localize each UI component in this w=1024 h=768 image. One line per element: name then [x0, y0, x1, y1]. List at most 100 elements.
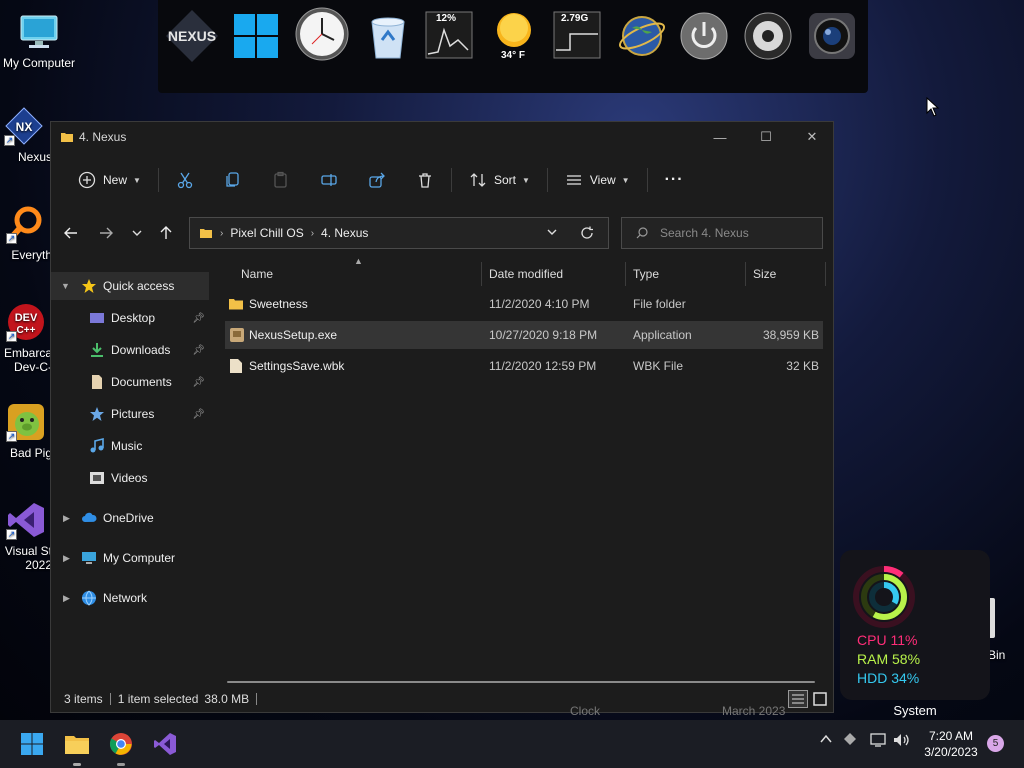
recent-locations-button[interactable]: [123, 219, 151, 247]
expand-chevron-icon[interactable]: ▼: [61, 281, 73, 291]
breadcrumb-pixel-chill-os[interactable]: Pixel Chill OS: [230, 226, 303, 240]
expand-chevron-icon[interactable]: ▶: [63, 553, 75, 564]
view-button[interactable]: View ▼: [556, 164, 639, 196]
pin-icon[interactable]: 📌︎: [192, 377, 205, 388]
minimize-button[interactable]: —: [697, 122, 743, 152]
dock-recycle-bin[interactable]: [362, 10, 414, 62]
close-button[interactable]: ✕: [789, 122, 835, 152]
dock-cpu-meter[interactable]: 12%: [424, 10, 476, 62]
refresh-button[interactable]: [580, 226, 594, 243]
address-history-dropdown[interactable]: [546, 226, 558, 241]
nav-my-computer[interactable]: ▶ My Computer: [51, 544, 209, 572]
nexus-icon: NX ↗: [4, 106, 44, 146]
nav-music[interactable]: Music: [51, 432, 209, 460]
desktop-icon-nexus[interactable]: NX ↗ Nexus: [0, 106, 52, 164]
taskbar-clock[interactable]: 7:20 AM 3/20/2023: [916, 728, 986, 760]
horizontal-scrollbar[interactable]: [227, 681, 815, 683]
desktop-icon-embarcadero[interactable]: DEV C++ ↗ Embarca Dev-C-: [0, 302, 52, 374]
volume-button[interactable]: [893, 732, 911, 751]
dock-nexus-logo[interactable]: NEXUS: [166, 10, 218, 62]
nav-pictures[interactable]: Pictures 📌︎: [51, 400, 209, 428]
new-button[interactable]: New ▼: [69, 164, 150, 196]
notification-badge[interactable]: 5: [987, 735, 1004, 752]
recycle-bin-desktop-icon[interactable]: Bin: [984, 596, 1024, 666]
file-date: 11/2/2020 12:59 PM: [489, 359, 597, 373]
nav-label: Quick access: [103, 279, 175, 293]
desktop-icon-my-computer[interactable]: My Computer: [1, 12, 77, 70]
nav-downloads[interactable]: Downloads 📌︎: [51, 336, 209, 364]
column-header-size[interactable]: Size: [745, 260, 825, 288]
cut-button[interactable]: [167, 164, 203, 196]
nav-network[interactable]: ▶ Network: [51, 584, 209, 612]
camera-lens-icon: [809, 13, 855, 59]
visual-studio-icon: ↗: [6, 500, 46, 540]
pig-icon: ↗: [6, 402, 46, 442]
expand-chevron-icon[interactable]: ▶: [63, 513, 75, 524]
column-divider[interactable]: [825, 262, 826, 286]
dock-camera[interactable]: [806, 10, 858, 62]
sort-button[interactable]: Sort ▼: [460, 164, 539, 196]
file-row[interactable]: Sweetness 11/2/2020 4:10 PM File folder: [225, 290, 823, 318]
nav-documents[interactable]: Documents 📌︎: [51, 368, 209, 396]
expand-chevron-icon[interactable]: ▶: [63, 593, 75, 604]
column-header-name[interactable]: Name: [233, 260, 483, 288]
nav-quick-access[interactable]: ▼ Quick access: [51, 272, 209, 300]
item-count: 3 items: [64, 692, 103, 706]
paste-button[interactable]: [263, 164, 299, 196]
rename-button[interactable]: [311, 164, 347, 196]
forward-button[interactable]: [92, 219, 120, 247]
nav-desktop[interactable]: Desktop 📌︎: [51, 304, 209, 332]
taskbar-file-explorer[interactable]: [61, 728, 93, 766]
file-row[interactable]: SettingsSave.wbk 11/2/2020 12:59 PM WBK …: [225, 352, 823, 380]
back-button[interactable]: [57, 219, 85, 247]
chevron-down-icon: ▼: [133, 175, 141, 185]
more-options-button[interactable]: ···: [656, 164, 693, 196]
start-button[interactable]: [16, 728, 48, 760]
address-bar[interactable]: › Pixel Chill OS › 4. Nexus: [189, 217, 609, 249]
column-header-date[interactable]: Date modified: [481, 260, 625, 288]
arrow-right-icon: [100, 227, 113, 239]
pin-icon[interactable]: 📌︎: [192, 345, 205, 356]
maximize-button[interactable]: ☐: [743, 122, 789, 152]
sort-icon: [470, 173, 486, 187]
desktop-icon-bad-piggies[interactable]: ↗ Bad Pig: [0, 402, 52, 460]
dock-power[interactable]: [678, 10, 730, 62]
pin-icon[interactable]: 📌︎: [192, 313, 205, 324]
nav-videos[interactable]: Videos: [51, 464, 209, 492]
dock-clock[interactable]: [294, 6, 349, 61]
system-monitor-widget[interactable]: CPU 11% RAM 58% HDD 34%: [840, 550, 990, 700]
shortcut-arrow-icon: ↗: [6, 529, 17, 540]
pin-icon[interactable]: 📌︎: [192, 409, 205, 420]
column-header-type[interactable]: Type: [625, 260, 745, 288]
taskbar-visual-studio[interactable]: [149, 728, 181, 760]
windows-logo-icon: [21, 733, 43, 755]
delete-button[interactable]: [407, 164, 443, 196]
details-view-button[interactable]: [788, 690, 808, 708]
desktop-icon-visual-studio[interactable]: ↗ Visual St 2022: [0, 500, 52, 572]
dock-weather[interactable]: 34° F: [488, 10, 540, 62]
shortcut-arrow-icon: ↗: [6, 431, 17, 442]
dock-globe[interactable]: [616, 10, 668, 62]
desktop-icon-label: Bin: [988, 648, 1006, 662]
breadcrumb-current-folder[interactable]: 4. Nexus: [321, 226, 368, 240]
chrome-icon: [109, 733, 132, 755]
status-divider: [256, 693, 258, 705]
nav-onedrive[interactable]: ▶ OneDrive: [51, 504, 209, 532]
dock-ram-meter[interactable]: 2.79G: [552, 10, 604, 62]
network-status-button[interactable]: [869, 732, 887, 751]
search-input[interactable]: Search 4. Nexus: [621, 217, 823, 249]
copy-button[interactable]: [215, 164, 251, 196]
up-button[interactable]: [152, 219, 180, 247]
dock-windows-start[interactable]: [230, 10, 282, 62]
share-button[interactable]: [359, 164, 395, 196]
desktop-icon-everything[interactable]: ↗ Everyth: [0, 204, 52, 262]
tray-app-button[interactable]: [843, 732, 857, 749]
show-hidden-icons-button[interactable]: [819, 732, 833, 749]
dock-media-player[interactable]: [742, 10, 794, 62]
file-row[interactable]: NexusSetup.exe 10/27/2020 9:18 PM Applic…: [225, 321, 823, 349]
file-name: SettingsSave.wbk: [249, 359, 345, 373]
tiles-view-button[interactable]: [812, 691, 828, 707]
status-bar: 3 items 1 item selected 38.0 MB: [51, 686, 833, 712]
taskbar-chrome[interactable]: [105, 728, 137, 766]
column-header-label: Size: [753, 267, 777, 281]
